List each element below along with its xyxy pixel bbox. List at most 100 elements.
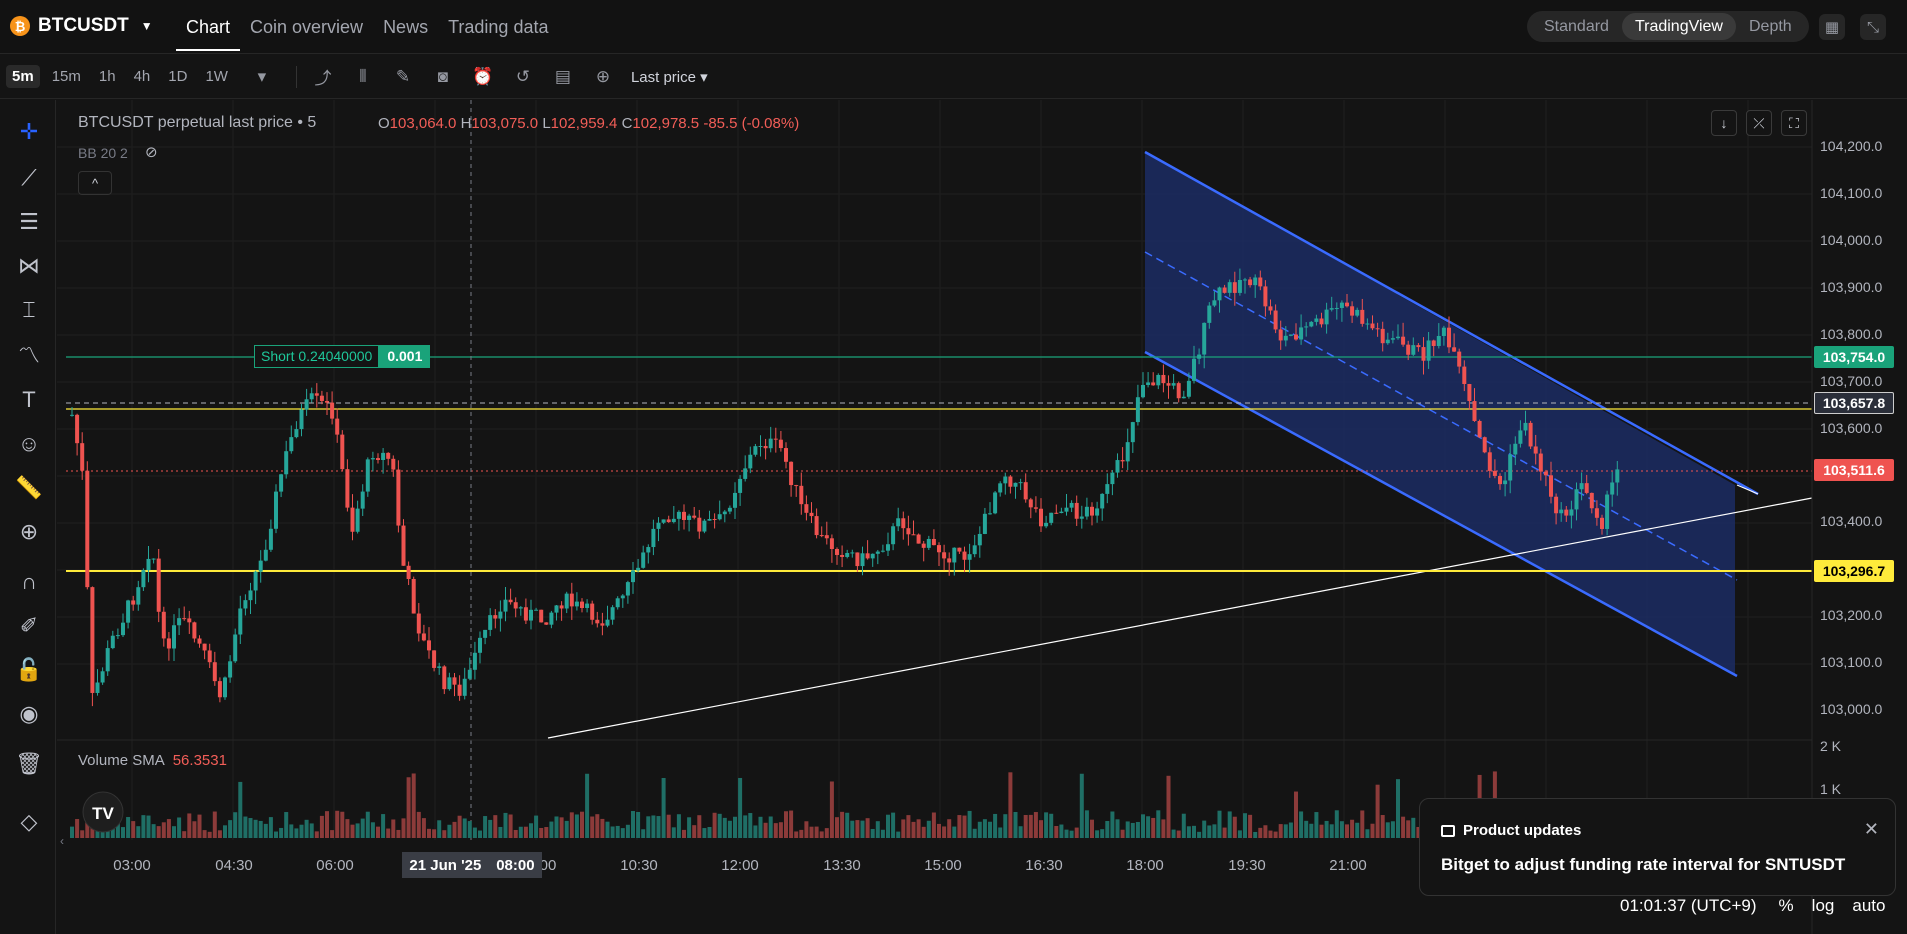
volume-bar: [544, 827, 549, 838]
percent-toggle[interactable]: %: [1779, 896, 1794, 916]
candle-body: [136, 587, 141, 605]
time-tick: 10:30: [620, 857, 658, 874]
candle-body: [90, 587, 95, 693]
volume-bar: [478, 830, 482, 838]
time-tick: 15:00: [924, 857, 962, 874]
volume-bar: [401, 818, 406, 838]
candle-body: [1508, 454, 1513, 481]
candle-body: [1243, 279, 1247, 281]
candle-body: [1334, 307, 1339, 309]
candle-body: [1513, 443, 1518, 455]
popup-message[interactable]: Bitget to adjust funding rate interval f…: [1441, 855, 1845, 875]
volume-bar: [258, 820, 263, 838]
candle-body: [217, 681, 222, 698]
volume-bar: [1380, 815, 1385, 838]
volume-bar: [1090, 819, 1094, 838]
close-icon[interactable]: ✕: [1864, 819, 1879, 840]
time-tick: 13:30: [823, 857, 861, 874]
candle-body: [1023, 482, 1028, 500]
candle-body: [1523, 422, 1528, 431]
candle-body: [901, 518, 906, 529]
candle-body: [620, 595, 625, 599]
volume-bar: [253, 819, 258, 838]
hidden-eye-icon[interactable]: ⊘: [145, 143, 158, 161]
candle-body: [794, 485, 799, 487]
log-toggle[interactable]: log: [1812, 896, 1835, 916]
candle-body: [1227, 282, 1232, 293]
candle-body: [1018, 482, 1023, 484]
candle-body: [391, 458, 396, 470]
candle-body: [1355, 309, 1360, 316]
volume-bar: [875, 821, 880, 838]
volume-bar: [880, 829, 885, 838]
volume-bar: [513, 829, 518, 838]
volume-bar: [1217, 810, 1222, 838]
candle-body: [253, 571, 258, 591]
candle-body: [865, 553, 870, 559]
volume-bar: [733, 816, 737, 838]
volume-bar: [1049, 813, 1054, 838]
volume-bar: [396, 829, 401, 838]
volume-bar: [962, 815, 967, 838]
candle-body: [1569, 509, 1574, 516]
volume-bar: [1079, 773, 1084, 838]
volume-bar: [1283, 824, 1288, 838]
volume-bar: [421, 818, 426, 838]
volume-bar: [330, 830, 335, 838]
volume-bar: [75, 819, 80, 838]
clock[interactable]: 01:01:37 (UTC+9): [1620, 896, 1757, 916]
candle-body: [1380, 328, 1385, 344]
volume-bar: [702, 828, 707, 838]
candle-body: [1059, 511, 1064, 514]
popup-title: Product updates: [1463, 822, 1582, 839]
volume-bar: [931, 812, 936, 838]
volume-bar: [523, 826, 528, 838]
candle-body: [748, 454, 753, 469]
volume-bar: [376, 826, 380, 838]
candle-body: [773, 438, 778, 440]
candle-body: [1498, 475, 1502, 485]
volume-bar: [1033, 812, 1038, 838]
time-tick: 04:30: [215, 857, 253, 874]
volume-bar: [870, 828, 875, 838]
candle-body: [1090, 506, 1094, 516]
collapse-pane-icon[interactable]: ⤫: [1746, 110, 1772, 136]
volume-bar: [743, 815, 748, 838]
volume-bar: [947, 819, 952, 838]
volume-bar: [299, 824, 304, 838]
volume-bar: [988, 821, 992, 838]
volume-bar: [666, 814, 671, 838]
order-price-badge: 103,754.0: [1814, 346, 1894, 368]
candle-body: [554, 605, 559, 613]
volume-bar: [1350, 819, 1355, 838]
candle-body: [1467, 384, 1472, 402]
volume-bar: [758, 816, 763, 838]
candle-body: [1426, 340, 1431, 361]
auto-toggle[interactable]: auto: [1852, 896, 1885, 916]
price-chart[interactable]: TV ‹: [0, 0, 1907, 934]
volume-bar: [1237, 830, 1242, 838]
candle-body: [1615, 469, 1620, 483]
volume-bar: [386, 828, 391, 838]
candle-body: [646, 547, 651, 553]
volume-bar: [217, 830, 222, 838]
scroll-down-icon[interactable]: ↓: [1711, 110, 1737, 136]
candle-body: [906, 528, 911, 535]
candle-body: [472, 652, 477, 670]
maximize-pane-icon[interactable]: ⛶: [1781, 110, 1807, 136]
candle-body: [707, 519, 712, 521]
candle-body: [921, 543, 926, 548]
short-order-label[interactable]: Short 0.24040000 0.001: [254, 345, 431, 368]
volume-bar: [748, 813, 753, 838]
candle-body: [891, 526, 896, 545]
candle-body: [1258, 277, 1263, 287]
volume-bar: [1334, 810, 1339, 838]
candle-body: [462, 678, 467, 696]
collapse-legend-button[interactable]: ^: [78, 171, 112, 195]
candle-body: [539, 609, 544, 623]
candle-body: [1181, 396, 1186, 399]
volume-bar: [156, 826, 161, 838]
candle-body: [957, 547, 962, 552]
candle-body: [274, 491, 278, 529]
volume-bar: [539, 827, 544, 838]
